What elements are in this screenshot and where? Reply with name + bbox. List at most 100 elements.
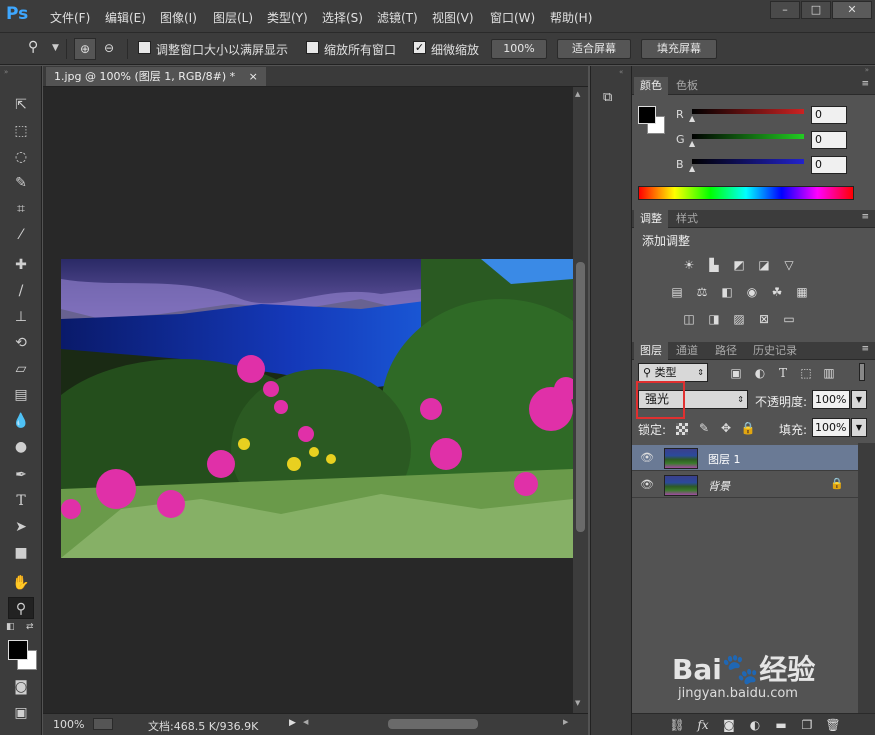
swap-colors-icon[interactable]: ⇄: [26, 622, 34, 632]
hue-saturation-icon[interactable]: ▤: [668, 284, 686, 300]
tab-adjustments[interactable]: 调整: [634, 210, 668, 228]
hand-tool-icon[interactable]: ✋: [8, 572, 34, 594]
vertical-scrollbar[interactable]: ▲ ▼: [573, 87, 588, 713]
layer-filter-select[interactable]: ⚲ 类型 ⇕: [638, 363, 708, 382]
tab-close-icon[interactable]: ×: [249, 70, 258, 83]
opacity-value[interactable]: 100%: [812, 390, 850, 409]
filter-pixel-icon[interactable]: ▣: [727, 365, 745, 381]
pen-tool-icon[interactable]: ✒: [8, 464, 34, 486]
marquee-tool-icon[interactable]: ⬚: [8, 120, 34, 142]
filter-smart-object-icon[interactable]: ▥: [820, 365, 838, 381]
layer-row[interactable]: 👁 背景 🔒: [632, 472, 858, 498]
blur-tool-icon[interactable]: 💧: [8, 410, 34, 432]
fill-screen-button[interactable]: 填充屏幕: [641, 39, 717, 59]
rectangle-tool-icon[interactable]: ■: [8, 542, 34, 564]
filter-adjustment-icon[interactable]: ◐: [751, 365, 769, 381]
color-balance-icon[interactable]: ⚖: [693, 284, 711, 300]
zoom-tool-icon[interactable]: ⚲: [28, 39, 48, 59]
selective-color-icon[interactable]: ⊠: [755, 311, 773, 327]
lasso-tool-icon[interactable]: ◌: [8, 146, 34, 168]
black-white-icon[interactable]: ◧: [718, 284, 736, 300]
zoom-in-icon[interactable]: ⊕: [74, 38, 96, 60]
layer-name[interactable]: 背景: [708, 478, 730, 494]
fill-value[interactable]: 100%: [812, 418, 850, 437]
menu-filter[interactable]: 滤镜(T): [377, 9, 418, 26]
panel-menu-icon[interactable]: ≡: [861, 344, 869, 354]
horizontal-scroll-thumb[interactable]: [388, 719, 478, 729]
lock-all-icon[interactable]: 🔒: [739, 420, 757, 436]
filter-shape-icon[interactable]: ⬚: [797, 365, 815, 381]
menu-view[interactable]: 视图(V): [432, 9, 474, 26]
eye-icon[interactable]: 👁: [640, 451, 654, 465]
chevron-down-icon[interactable]: ▼: [52, 43, 59, 53]
link-layers-icon[interactable]: ⛓: [668, 717, 686, 733]
scroll-right-icon[interactable]: ▶: [563, 718, 568, 726]
invert-icon[interactable]: ◫: [680, 311, 698, 327]
tab-paths[interactable]: 路径: [709, 342, 743, 360]
foreground-color-swatch[interactable]: [8, 640, 28, 660]
menu-select[interactable]: 选择(S): [322, 9, 363, 26]
close-button[interactable]: ✕: [832, 1, 872, 19]
clone-stamp-tool-icon[interactable]: ⊥: [8, 306, 34, 328]
eraser-tool-icon[interactable]: ▱: [8, 358, 34, 380]
color-lookup-icon[interactable]: ▦: [793, 284, 811, 300]
screen-mode-icon[interactable]: ▣: [8, 702, 34, 724]
layers-scrollbar[interactable]: [858, 443, 875, 713]
fill-dropdown-icon[interactable]: ▼: [851, 418, 867, 437]
channel-r-slider-handle[interactable]: ▲: [689, 114, 695, 123]
tab-color[interactable]: 颜色: [634, 77, 668, 95]
panel-menu-icon[interactable]: ≡: [861, 79, 869, 89]
trash-icon[interactable]: 🗑: [824, 717, 842, 733]
dodge-tool-icon[interactable]: ●: [8, 436, 34, 458]
exposure-icon[interactable]: ◪: [755, 257, 773, 273]
move-tool-icon[interactable]: ⇱: [8, 94, 34, 116]
eye-icon[interactable]: 👁: [640, 478, 654, 492]
filter-toggle[interactable]: [859, 363, 865, 381]
menu-image[interactable]: 图像(I): [160, 9, 197, 26]
default-colors-icon[interactable]: ◧: [6, 622, 15, 632]
channel-g-slider-handle[interactable]: ▲: [689, 139, 695, 148]
brightness-icon[interactable]: ☀: [680, 257, 698, 273]
lock-transparent-icon[interactable]: [676, 423, 688, 435]
tab-styles[interactable]: 样式: [670, 210, 704, 228]
fx-icon[interactable]: fx: [694, 717, 712, 733]
tab-channels[interactable]: 通道: [670, 342, 704, 360]
tab-swatches[interactable]: 色板: [670, 77, 704, 95]
tab-layers[interactable]: 图层: [634, 342, 668, 360]
add-mask-icon[interactable]: ◙: [720, 717, 738, 733]
vibrance-icon[interactable]: ▽: [780, 257, 798, 273]
zoom-tool-icon[interactable]: ⚲: [8, 597, 34, 619]
curves-icon[interactable]: ◩: [730, 257, 748, 273]
filter-type-icon[interactable]: T: [774, 365, 792, 381]
healing-brush-tool-icon[interactable]: ✚: [8, 254, 34, 276]
layer-row[interactable]: 👁 图层 1: [632, 445, 858, 471]
opacity-dropdown-icon[interactable]: ▼: [851, 390, 867, 409]
scroll-down-icon[interactable]: ▼: [575, 699, 580, 707]
document-tab[interactable]: 1.jpg @ 100% (图层 1, RGB/8#) * ×: [46, 67, 266, 86]
menu-layer[interactable]: 图层(L): [213, 9, 253, 26]
gradient-tool-icon[interactable]: ▤: [8, 384, 34, 406]
new-layer-icon[interactable]: ❐: [798, 717, 816, 733]
vertical-scroll-thumb[interactable]: [576, 262, 585, 532]
document-image[interactable]: [61, 259, 573, 558]
posterize-icon[interactable]: ◨: [705, 311, 723, 327]
quick-select-tool-icon[interactable]: ✎: [8, 172, 34, 194]
resize-windows-checkbox[interactable]: [138, 41, 151, 54]
color-spectrum-bar[interactable]: [638, 186, 854, 200]
brush-tool-icon[interactable]: /: [8, 280, 34, 302]
expand-icon[interactable]: »: [865, 66, 869, 74]
channel-b-slider-handle[interactable]: ▲: [689, 164, 695, 173]
photo-filter-icon[interactable]: ◉: [743, 284, 761, 300]
status-icon[interactable]: [93, 718, 113, 730]
color-panel-foreground-swatch[interactable]: [638, 106, 656, 124]
channel-g-slider[interactable]: [692, 134, 804, 139]
menu-edit[interactable]: 编辑(E): [105, 9, 146, 26]
layer-name[interactable]: 图层 1: [708, 451, 741, 467]
zoom-out-icon[interactable]: ⊖: [98, 38, 120, 60]
channel-b-value[interactable]: 0: [811, 156, 847, 174]
zoom-100-button[interactable]: 100%: [491, 39, 547, 59]
path-selection-tool-icon[interactable]: ➤: [8, 516, 34, 538]
threshold-icon[interactable]: ▨: [730, 311, 748, 327]
collapse-icon[interactable]: «: [619, 68, 623, 76]
lock-position-icon[interactable]: ✥: [717, 420, 735, 436]
